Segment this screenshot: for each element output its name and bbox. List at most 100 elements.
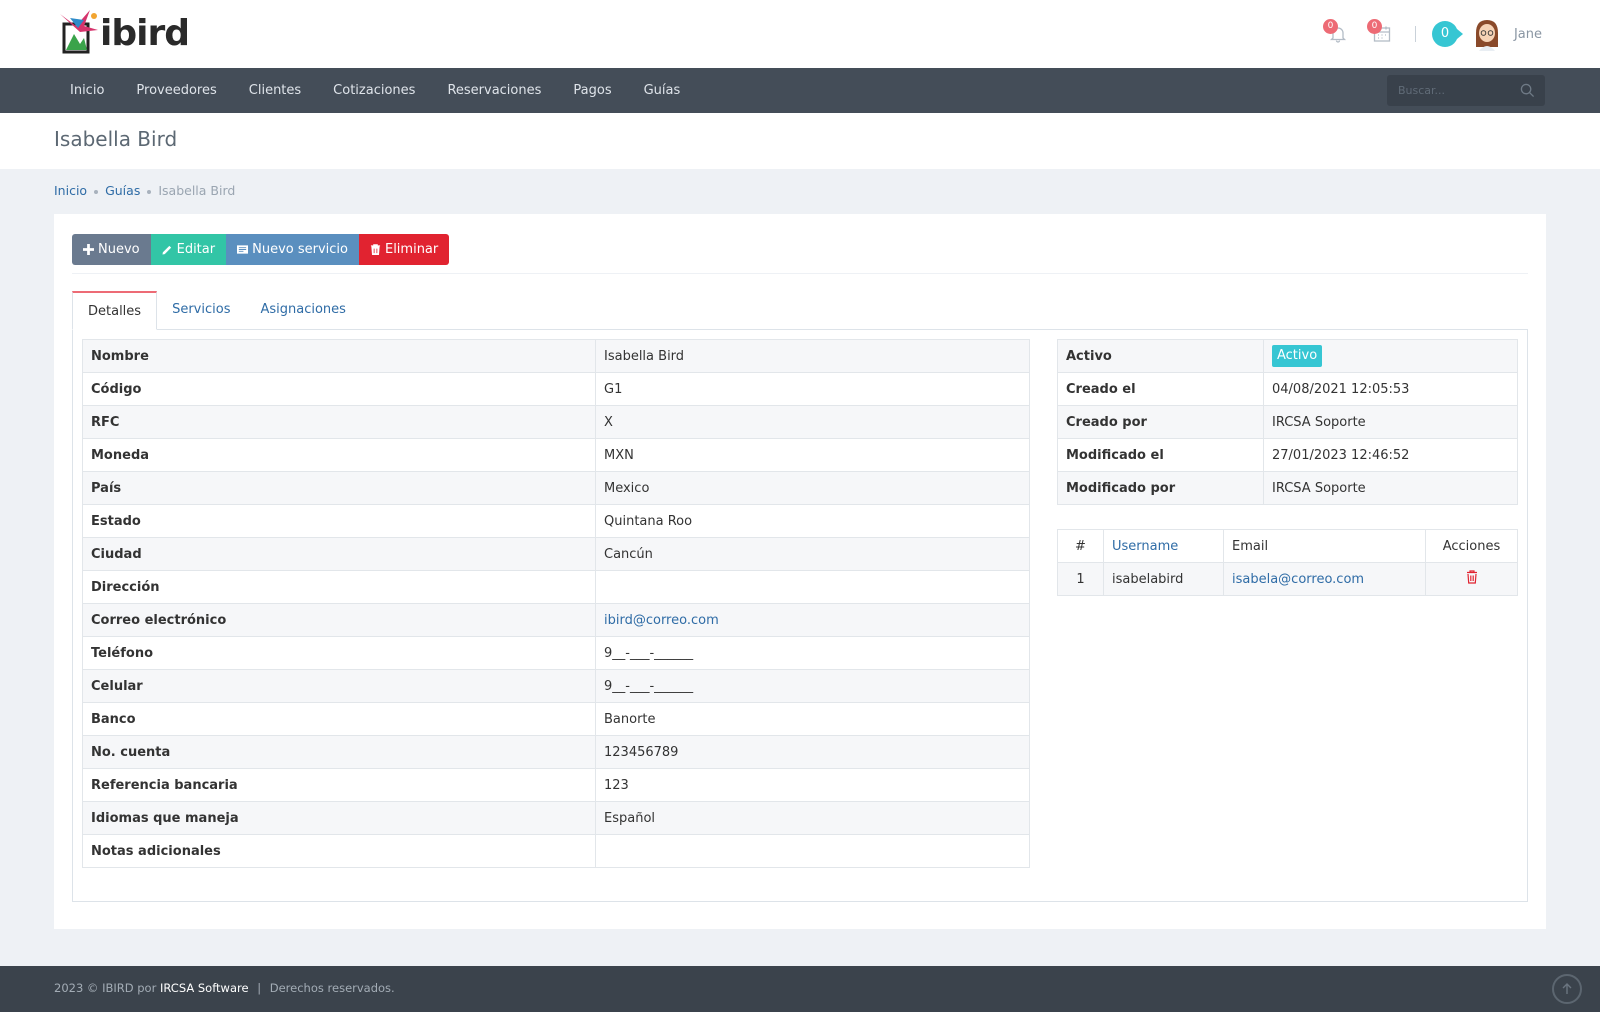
table-header-row: # Username Email Acciones (1057, 529, 1518, 563)
nav-item-proveedores[interactable]: Proveedores (120, 68, 232, 113)
tab-detalles[interactable]: Detalles (72, 291, 158, 330)
nav-item-cotizaciones[interactable]: Cotizaciones (317, 68, 431, 113)
breadcrumb: Inicio Guías Isabella Bird (54, 183, 235, 198)
breadcrumb-separator (94, 189, 99, 194)
divider (72, 273, 1528, 274)
plus-icon (83, 244, 94, 255)
meta-table: Activo Activo Creado el 04/08/2021 12:05:5… (1057, 339, 1518, 505)
page-title: Isabella Bird (54, 127, 178, 151)
tab-asignaciones[interactable]: Asignaciones (245, 291, 360, 330)
footer-brand-link[interactable]: IRCSA Software (160, 981, 249, 995)
field-label: Nombre (82, 339, 596, 373)
table-row: Dirección (82, 570, 1030, 604)
main-navbar: Inicio Proveedores Clientes Cotizaciones… (0, 68, 1600, 113)
nav-item-clientes[interactable]: Clientes (233, 68, 317, 113)
table-row: Nombre Isabella Bird (82, 339, 1030, 373)
delete-user-trash-icon[interactable] (1466, 570, 1478, 584)
table-row: Idiomas que maneja Español (82, 801, 1030, 835)
search-input[interactable] (1387, 75, 1507, 106)
hummingbird-logo-icon (60, 10, 98, 54)
guide-detail-card: Nuevo Editar Nuevo servicio Eliminar Det… (54, 214, 1546, 929)
field-label: Moneda (82, 438, 596, 472)
field-label: Creado por (1057, 405, 1264, 439)
table-row: Moneda MXN (82, 438, 1030, 472)
page-footer: 2023 © IBIRD por IRCSA Software | Derech… (0, 966, 1600, 1012)
field-value: IRCSA Soporte (1263, 471, 1518, 505)
field-value (595, 834, 1030, 868)
list-card-icon (237, 245, 249, 254)
breadcrumb-inicio[interactable]: Inicio (54, 183, 87, 198)
column-header-username[interactable]: Username (1103, 529, 1224, 563)
field-label: Banco (82, 702, 596, 736)
action-button-group: Nuevo Editar Nuevo servicio Eliminar (72, 234, 450, 265)
field-value: ibird@correo.com (595, 603, 1030, 637)
table-row: RFC X (82, 405, 1030, 439)
field-value: MXN (595, 438, 1030, 472)
field-value: Quintana Roo (595, 504, 1030, 538)
table-row: Banco Banorte (82, 702, 1030, 736)
table-row: Modificado el 27/01/2023 12:46:52 (1057, 438, 1518, 472)
breadcrumb-separator (147, 189, 152, 194)
page-title-bar: Isabella Bird (0, 113, 1600, 169)
delete-button[interactable]: Eliminar (358, 234, 450, 265)
user-email-link[interactable]: isabela@correo.com (1232, 572, 1364, 587)
nav-item-guias[interactable]: Guías (628, 68, 697, 113)
edit-button-label: Editar (176, 242, 216, 257)
delete-button-label: Eliminar (384, 242, 439, 257)
user-avatar[interactable] (1472, 17, 1502, 51)
edit-button[interactable]: Editar (150, 234, 227, 265)
field-label: No. cuenta (82, 735, 596, 769)
nav-item-inicio[interactable]: Inicio (54, 68, 120, 113)
ibird-logo[interactable]: ibird (54, 4, 190, 56)
email-link[interactable]: ibird@correo.com (604, 613, 719, 628)
footer-copyright: 2023 © IBIRD por (54, 981, 157, 995)
calendar-count: 0 (1366, 19, 1382, 34)
field-value: 9__-___-______ (595, 669, 1030, 703)
field-value: Cancún (595, 537, 1030, 571)
header-separator (1414, 26, 1416, 42)
logo-text: ibird (100, 13, 190, 54)
nav-item-pagos[interactable]: Pagos (557, 68, 627, 113)
new-button[interactable]: Nuevo (72, 234, 151, 265)
field-label: RFC (82, 405, 596, 439)
user-name[interactable]: Jane (1514, 27, 1542, 42)
table-row: Teléfono 9__-___-______ (82, 636, 1030, 670)
table-row: Activo Activo (1057, 339, 1518, 373)
arrow-up-icon (1562, 983, 1572, 994)
status-badge: Activo (1272, 345, 1323, 367)
table-row: Referencia bancaria 123 (82, 768, 1030, 802)
field-label: Activo (1057, 339, 1264, 373)
footer-text: 2023 © IBIRD por IRCSA Software | Derech… (54, 981, 395, 995)
field-label: Estado (82, 504, 596, 538)
field-value: 123 (595, 768, 1030, 802)
field-label: Modificado el (1057, 438, 1264, 472)
field-label: Código (82, 372, 596, 406)
table-row: Modificado por IRCSA Soporte (1057, 471, 1518, 505)
pencil-icon (162, 245, 171, 255)
field-label: Notas adicionales (82, 834, 596, 868)
breadcrumb-guias[interactable]: Guías (105, 183, 140, 198)
field-value: Español (595, 801, 1030, 835)
field-label: Idiomas que maneja (82, 801, 596, 835)
field-value (595, 570, 1030, 604)
new-service-button[interactable]: Nuevo servicio (226, 234, 359, 265)
search-box (1387, 75, 1545, 106)
nav-item-reservaciones[interactable]: Reservaciones (431, 68, 557, 113)
search-icon[interactable] (1520, 83, 1535, 98)
field-label: Teléfono (82, 636, 596, 670)
table-row: Celular 9__-___-______ (82, 669, 1030, 703)
notifications-count: 0 (1322, 19, 1338, 34)
calendar-button[interactable]: 0 (1366, 19, 1397, 49)
field-value: 9__-___-______ (595, 636, 1030, 670)
messages-badge[interactable]: 0 (1431, 21, 1463, 47)
details-table: Nombre Isabella Bird Código G1 RFC X Moneda… (82, 339, 1030, 868)
column-header-number: # (1057, 529, 1104, 563)
new-button-label: Nuevo (98, 242, 140, 257)
notifications-button[interactable]: 0 (1322, 19, 1353, 49)
column-header-actions: Acciones (1425, 529, 1518, 563)
tab-servicios[interactable]: Servicios (157, 291, 245, 330)
field-label: Dirección (82, 570, 596, 604)
footer-rights: Derechos reservados. (269, 981, 395, 995)
scroll-to-top-button[interactable] (1552, 974, 1582, 1004)
table-row: Correo electrónico ibird@correo.com (82, 603, 1030, 637)
